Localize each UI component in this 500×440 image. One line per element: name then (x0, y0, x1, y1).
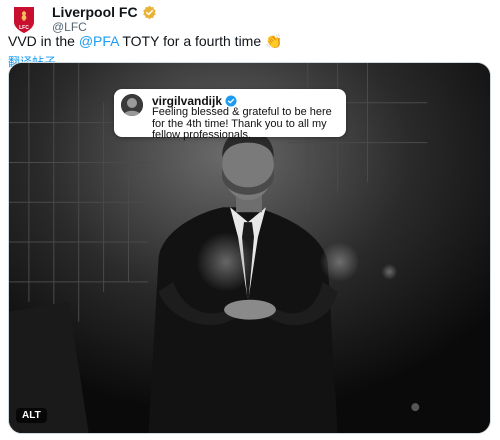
card-avatar-image (121, 94, 143, 116)
verified-badge-icon (142, 5, 156, 19)
tweet-text-start: VVD in the (8, 33, 79, 49)
card-avatar (121, 94, 143, 116)
account-name-row: Liverpool FC (52, 4, 157, 20)
alt-badge[interactable]: ALT (16, 408, 47, 423)
tweet-media[interactable]: virgilvandijk Feeling blessed & grateful… (8, 62, 491, 434)
card-text: Feeling blessed & grateful to be here fo… (152, 106, 332, 141)
tweet-text-end: TOTY for a fourth time (118, 33, 266, 49)
tweet-header: LFC Liverpool FC @LFC (8, 2, 488, 36)
mention-link[interactable]: @PFA (79, 33, 119, 49)
account-name[interactable]: Liverpool FC (52, 4, 138, 20)
clapping-emoji: 👏 (265, 33, 283, 49)
liverpool-crest-icon: LFC (14, 7, 34, 33)
tweet-text: VVD in the @PFA TOTY for a fourth time 👏 (8, 32, 282, 50)
crest-letters: LFC (19, 25, 29, 31)
embedded-post-card: virgilvandijk Feeling blessed & grateful… (114, 89, 346, 141)
